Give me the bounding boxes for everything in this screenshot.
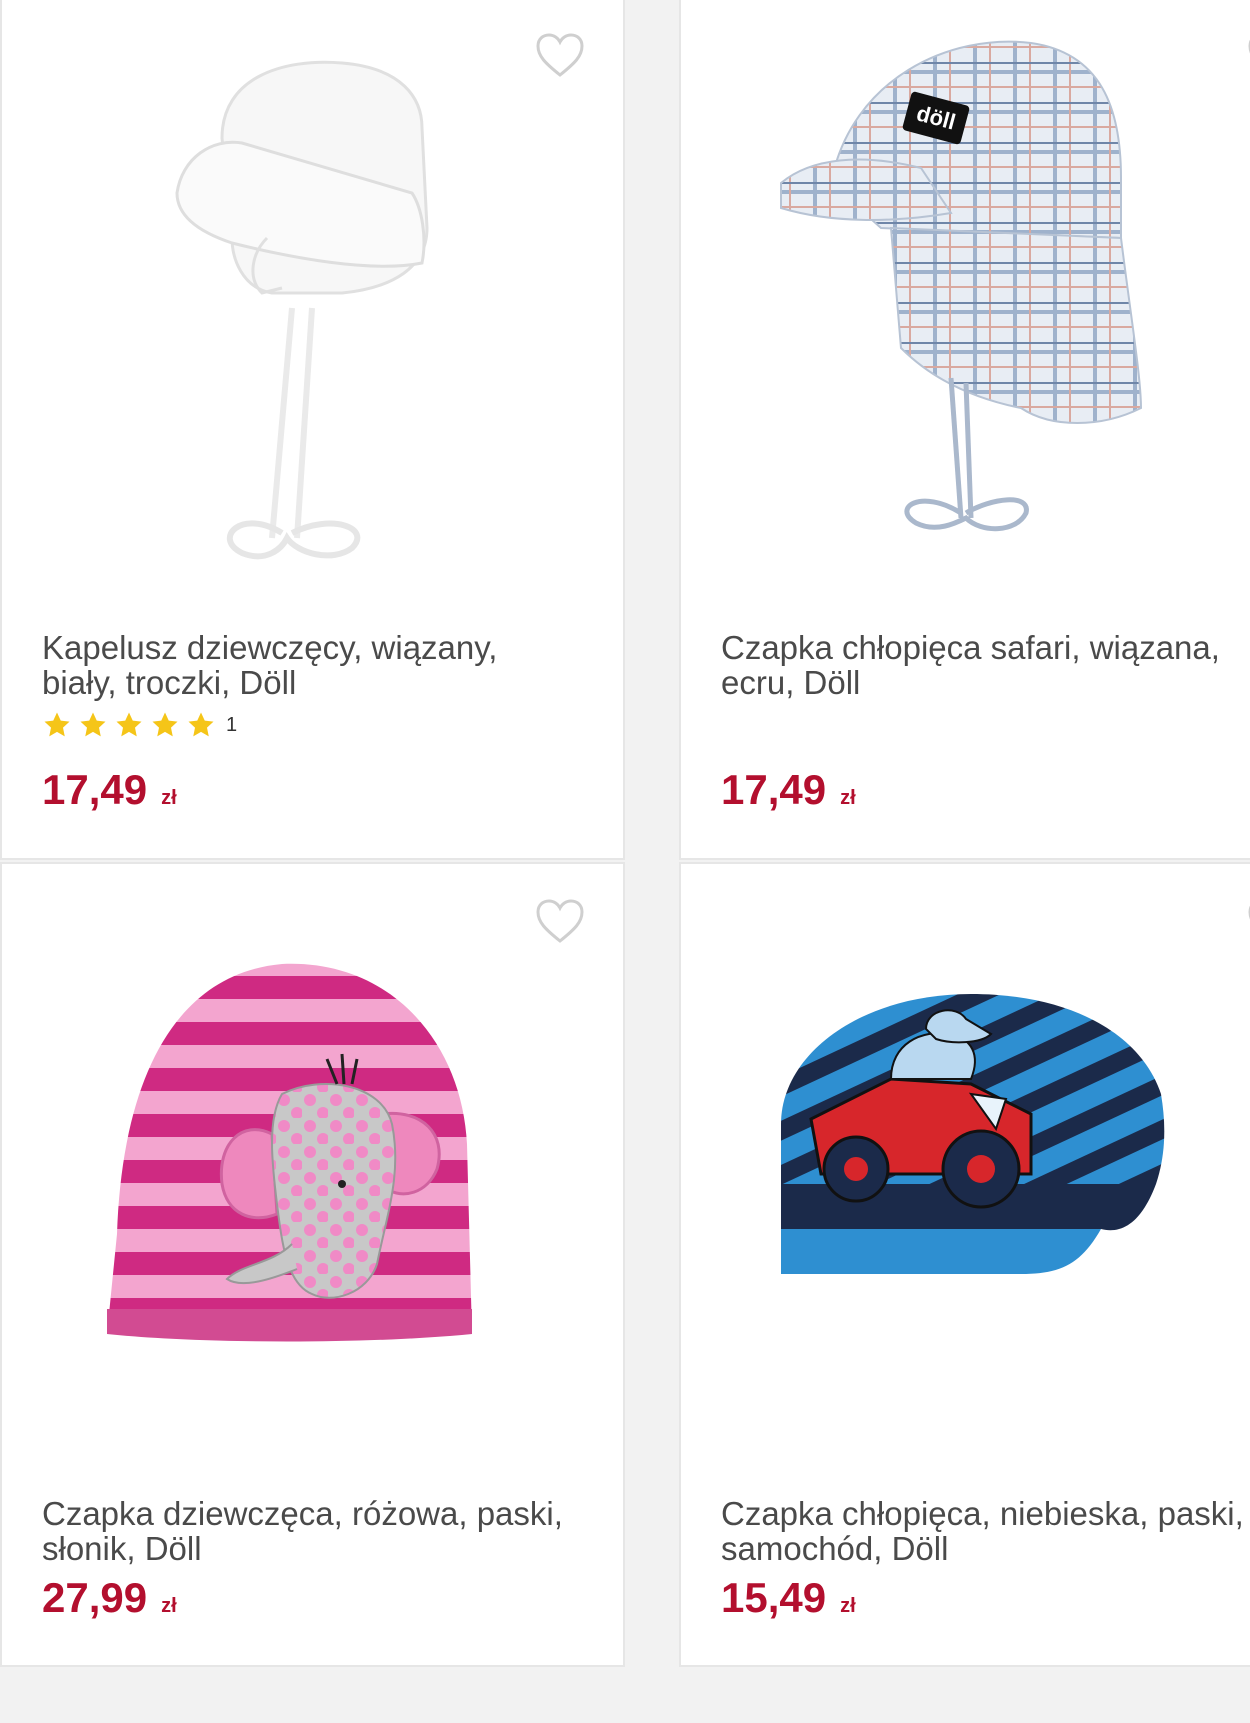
star-icon — [44, 712, 70, 737]
price-currency: zł — [840, 787, 856, 809]
product-price: 15,49 zł — [721, 1574, 856, 1622]
product-grid: Kapelusz dziewczęcy, wiązany, biały, tro… — [0, 0, 1250, 1723]
product-price: 27,99 zł — [42, 1574, 177, 1622]
rating: 1 — [42, 710, 237, 740]
star-icon — [80, 712, 106, 737]
product-card[interactable]: Czapka dziewczęca, różowa, paski, słonik… — [0, 862, 625, 1667]
product-card[interactable]: Kapelusz dziewczęcy, wiązany, biały, tro… — [0, 0, 625, 860]
blue-car-cap-image[interactable] — [721, 884, 1250, 1484]
white-hat-image[interactable] — [42, 18, 602, 618]
pink-elephant-beanie-image[interactable] — [42, 884, 602, 1484]
plaid-cap-image[interactable]: döll — [721, 18, 1250, 618]
product-price: 17,49 zł — [42, 766, 177, 814]
price-value: 17,49 — [721, 766, 827, 813]
star-icon — [116, 712, 142, 737]
price-currency: zł — [840, 1595, 856, 1617]
product-card[interactable]: Czapka chłopięca, niebieska, paski, samo… — [679, 862, 1250, 1667]
price-value: 15,49 — [721, 1574, 827, 1621]
price-currency: zł — [161, 1595, 177, 1617]
product-card[interactable]: döll Czapka chłopięca safari, wiązana, e… — [679, 0, 1250, 860]
star-icon — [188, 712, 214, 737]
star-icon — [152, 712, 178, 737]
product-title[interactable]: Kapelusz dziewczęcy, wiązany, biały, tro… — [42, 630, 582, 700]
rating-count: 1 — [226, 713, 238, 736]
product-price: 17,49 zł — [721, 766, 856, 814]
product-title[interactable]: Czapka chłopięca, niebieska, paski, samo… — [721, 1496, 1250, 1566]
product-title[interactable]: Czapka dziewczęca, różowa, paski, słonik… — [42, 1496, 582, 1566]
price-currency: zł — [161, 787, 177, 809]
price-value: 27,99 — [42, 1574, 148, 1621]
product-title[interactable]: Czapka chłopięca safari, wiązana, ecru, … — [721, 630, 1250, 700]
price-value: 17,49 — [42, 766, 148, 813]
